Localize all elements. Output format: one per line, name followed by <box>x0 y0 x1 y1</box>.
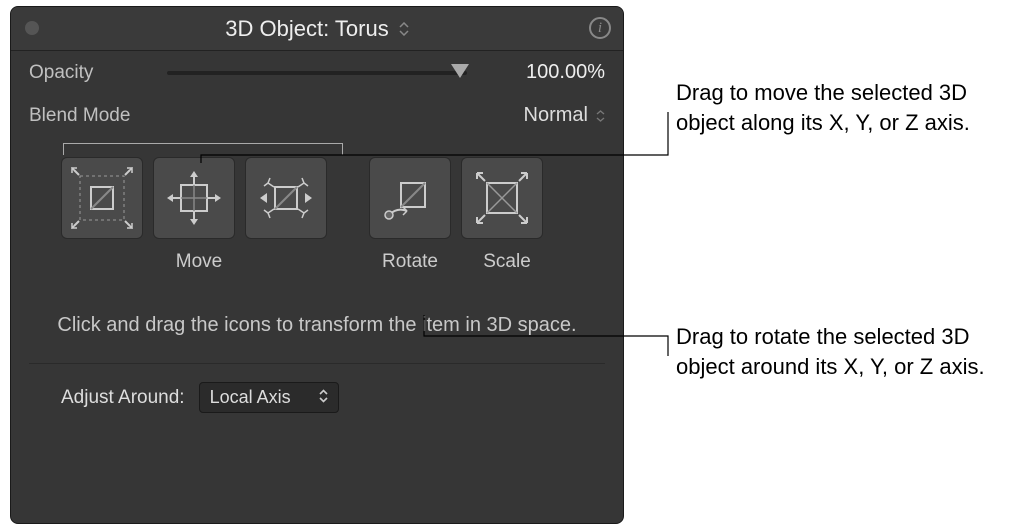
callout-rotate: Drag to rotate the selected 3D object ar… <box>676 322 1016 381</box>
callout-move: Drag to move the selected 3D object alon… <box>676 78 1016 137</box>
